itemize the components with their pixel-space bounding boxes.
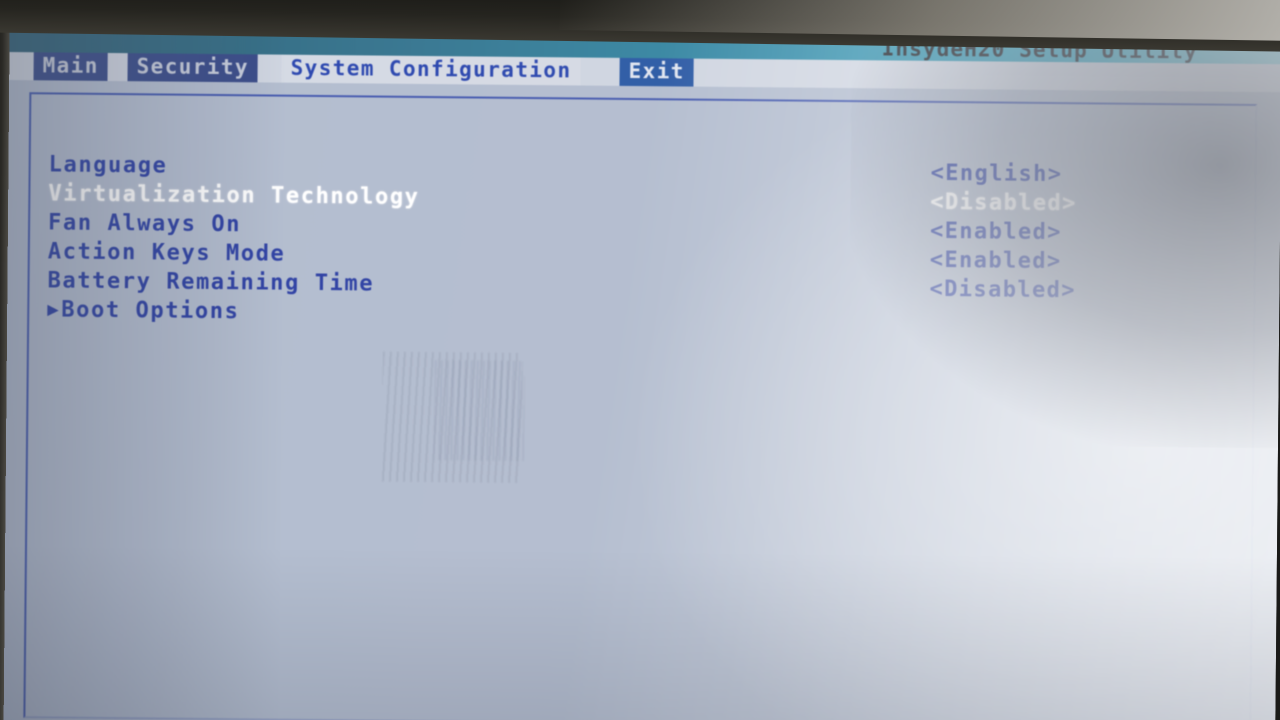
settings-panel: Language <English> Virtualization Techno… (23, 92, 1258, 720)
setting-label: ▶Boot Options (47, 297, 240, 325)
settings-list: Language <English> Virtualization Techno… (47, 152, 1255, 338)
bios-screen-photo: InsydeH20 Setup Utility Main Security Sy… (0, 0, 1280, 720)
setting-label: Action Keys Mode (47, 239, 286, 267)
setting-label: Virtualization Technology (48, 181, 420, 210)
tab-main[interactable]: Main (33, 52, 108, 81)
setting-label: Language (48, 152, 168, 179)
tab-security[interactable]: Security (127, 53, 259, 83)
submenu-arrow-icon: ▶ (47, 298, 61, 321)
setting-value[interactable]: <Enabled> (930, 248, 1062, 274)
setting-label-text: Boot Options (61, 297, 240, 325)
setting-value[interactable]: <Disabled> (929, 277, 1076, 303)
tab-exit[interactable]: Exit (619, 57, 694, 87)
setting-value[interactable]: <Disabled> (930, 190, 1077, 216)
setting-label: Battery Remaining Time (47, 268, 375, 297)
setting-value[interactable]: <English> (931, 161, 1063, 187)
setting-value[interactable]: <Enabled> (930, 219, 1062, 245)
tab-system-configuration[interactable]: System Configuration (281, 54, 581, 86)
setting-label: Fan Always On (47, 210, 242, 238)
laptop-screen: InsydeH20 Setup Utility Main Security Sy… (1, 26, 1280, 720)
